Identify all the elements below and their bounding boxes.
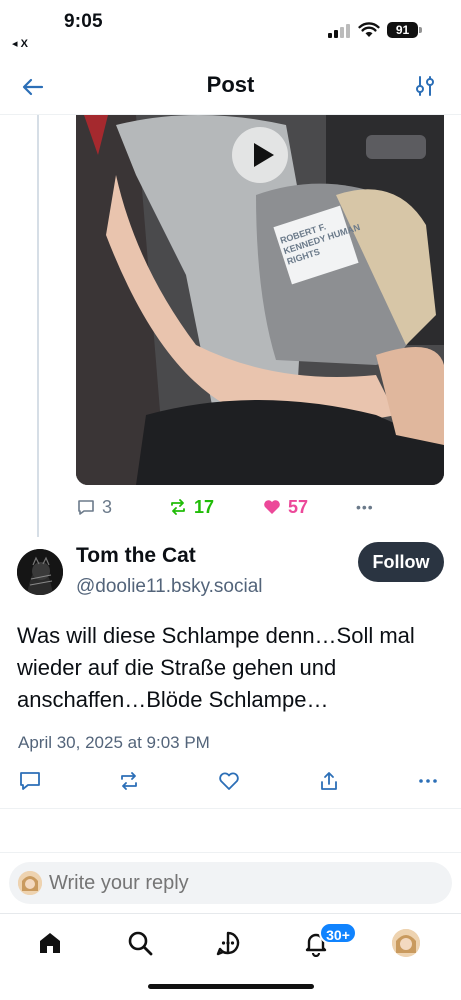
post-timestamp: April 30, 2025 at 9:03 PM [18, 733, 210, 752]
thread-settings-icon[interactable] [413, 74, 437, 98]
post-text: Was will diese Schlampe denn…Soll mal wi… [17, 623, 415, 712]
top-header: Post [0, 58, 461, 115]
follow-button[interactable]: Follow [358, 542, 444, 582]
cat-avatar-image [17, 549, 63, 595]
post-actions [0, 769, 461, 795]
repost-icon [171, 499, 185, 515]
user-avatar-image [18, 871, 42, 895]
author-handle[interactable]: @doolie11.bsky.social [76, 576, 263, 598]
wifi-icon [358, 22, 380, 37]
divider [0, 808, 461, 809]
profile-tab-avatar[interactable] [392, 929, 420, 957]
chat-icon[interactable] [214, 929, 242, 957]
home-icon[interactable] [36, 929, 64, 957]
heart-filled-icon [264, 500, 280, 514]
status-time: 9:05 [64, 11, 103, 32]
parent-like-button[interactable]: 57 [262, 494, 308, 520]
divider [0, 852, 461, 853]
reply-icon[interactable] [18, 769, 42, 793]
reply-composer[interactable] [9, 862, 452, 904]
home-indicator [148, 984, 314, 989]
reply-icon [78, 500, 94, 515]
play-button[interactable] [232, 127, 288, 183]
author-avatar[interactable] [17, 549, 63, 595]
heart-icon[interactable] [217, 769, 241, 793]
back-to-app-link[interactable]: ◂ X [12, 37, 28, 50]
cellular-signal-icon [328, 24, 350, 38]
thread-connector-line [37, 115, 39, 537]
parent-repost-button[interactable]: 17 [168, 494, 214, 520]
parent-more-button[interactable]: ••• [356, 494, 374, 520]
more-options-icon[interactable] [416, 769, 440, 793]
reply-count: 3 [102, 496, 113, 517]
play-icon [254, 143, 274, 167]
search-icon[interactable] [126, 929, 154, 957]
battery-tip [419, 27, 422, 33]
reply-input[interactable] [49, 862, 439, 904]
parent-post-actions: 3 17 57 ••• [76, 494, 396, 520]
battery-indicator: 91 [387, 22, 418, 38]
video-player[interactable]: ROBERT F. KENNEDY HUMAN RIGHTS [76, 115, 444, 485]
status-bar: 9:05 ◂ X 91 [0, 0, 461, 58]
my-avatar [18, 871, 42, 895]
like-count: 57 [288, 496, 309, 517]
parent-reply-button[interactable]: 3 [76, 494, 112, 520]
notifications-badge: 30+ [319, 922, 357, 944]
share-icon[interactable] [317, 769, 341, 793]
page-title: Post [206, 72, 255, 97]
user-avatar-image [392, 929, 420, 957]
author-display-name[interactable]: Tom the Cat [76, 544, 196, 568]
repost-icon[interactable] [117, 769, 141, 793]
repost-count: 17 [194, 496, 215, 517]
